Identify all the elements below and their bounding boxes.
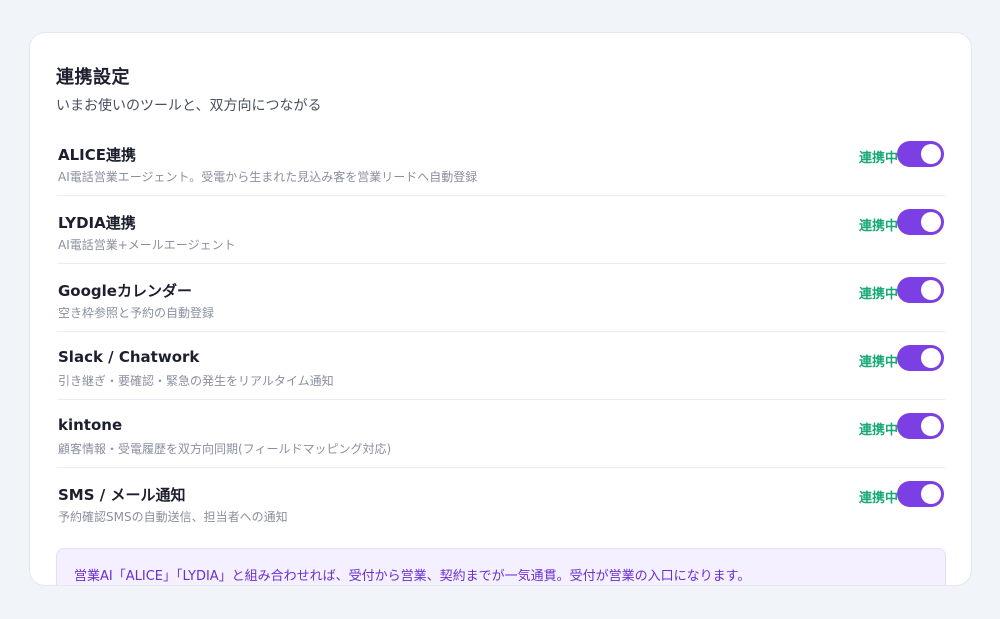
toggle-knob <box>921 484 941 504</box>
toggle-knob <box>921 416 941 436</box>
slack-chatwork-integration-toggle[interactable] <box>897 345 944 371</box>
card-subtitle: いまお使いのツールと、双方向につながる <box>56 98 322 114</box>
alice-integration-toggle[interactable] <box>897 141 944 167</box>
integration-row-lydia: LYDIA連携 AI電話営業+メールエージェント 連携中 <box>57 196 945 264</box>
info-note: 営業AI「ALICE」「LYDIA」と組み合わせれば、受付から営業、契約までが一… <box>56 548 946 585</box>
connected-status-label: 連携中 <box>858 423 898 438</box>
integration-description: AI電話営業エージェント。受電から生まれた見込み客を営業リードへ自動登録 <box>58 170 478 184</box>
toggle-knob <box>921 348 941 368</box>
integration-description: 引き継ぎ・要確認・緊急の発生をリアルタイム通知 <box>58 374 334 388</box>
integration-row-kintone: kintone 顧客情報・受電履歴を双方向同期(フィールドマッピング対応) 連携… <box>57 400 945 468</box>
integration-name: LYDIA連携 <box>58 214 136 232</box>
connected-status-label: 連携中 <box>858 491 898 506</box>
integration-list: ALICE連携 AI電話営業エージェント。受電から生まれた見込み客を営業リードへ… <box>57 128 945 536</box>
integration-row-sms-mail: SMS / メール通知 予約確認SMSの自動送信、担当者への通知 連携中 <box>57 468 945 536</box>
card-title: 連携設定 <box>56 67 130 88</box>
connected-status-label: 連携中 <box>858 219 898 234</box>
google-calendar-integration-toggle[interactable] <box>897 277 944 303</box>
integration-row-alice: ALICE連携 AI電話営業エージェント。受電から生まれた見込み客を営業リードへ… <box>57 128 945 196</box>
connected-status-label: 連携中 <box>858 355 898 370</box>
sms-mail-integration-toggle[interactable] <box>897 481 944 507</box>
toggle-knob <box>921 280 941 300</box>
connected-status-label: 連携中 <box>858 151 898 166</box>
toggle-knob <box>921 212 941 232</box>
integration-row-slack-chatwork: Slack / Chatwork 引き継ぎ・要確認・緊急の発生をリアルタイム通知… <box>57 332 945 400</box>
kintone-integration-toggle[interactable] <box>897 413 944 439</box>
integration-settings-card: 連携設定 いまお使いのツールと、双方向につながる ALICE連携 AI電話営業エ… <box>29 32 972 586</box>
integration-description: 予約確認SMSの自動送信、担当者への通知 <box>58 510 288 524</box>
integration-description: 顧客情報・受電履歴を双方向同期(フィールドマッピング対応) <box>58 442 392 456</box>
integration-name: Googleカレンダー <box>58 282 192 300</box>
integration-name: Slack / Chatwork <box>58 348 200 366</box>
integration-name: kintone <box>58 416 123 434</box>
lydia-integration-toggle[interactable] <box>897 209 944 235</box>
connected-status-label: 連携中 <box>858 287 898 302</box>
integration-description: AI電話営業+メールエージェント <box>58 238 236 252</box>
info-note-text: 営業AI「ALICE」「LYDIA」と組み合わせれば、受付から営業、契約までが一… <box>74 569 751 584</box>
toggle-knob <box>921 144 941 164</box>
integration-name: ALICE連携 <box>58 146 137 164</box>
integration-name: SMS / メール通知 <box>58 486 186 504</box>
integration-row-google-calendar: Googleカレンダー 空き枠参照と予約の自動登録 連携中 <box>57 264 945 332</box>
integration-description: 空き枠参照と予約の自動登録 <box>58 306 215 320</box>
